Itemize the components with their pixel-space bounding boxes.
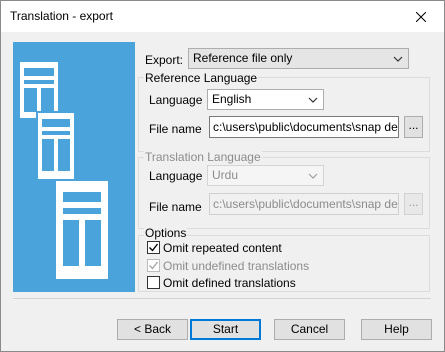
close-button[interactable] bbox=[398, 1, 444, 32]
translation-language-label: Language bbox=[149, 169, 203, 183]
export-label: Export: bbox=[145, 53, 184, 67]
translation-file-input[interactable]: c:\users\public\documents\snap deskt bbox=[209, 193, 399, 215]
translation-browse-button[interactable]: ... bbox=[404, 193, 423, 215]
omit-defined-label: Omit defined translations bbox=[163, 276, 296, 290]
reference-file-label: File name bbox=[149, 122, 202, 136]
reference-browse-button[interactable]: ... bbox=[404, 116, 423, 138]
chevron-down-icon bbox=[393, 56, 403, 62]
check-icon bbox=[149, 261, 159, 270]
omit-undefined-label: Omit undefined translations bbox=[163, 259, 310, 273]
translation-language-title: Translation Language bbox=[144, 150, 262, 164]
omit-undefined-checkbox[interactable] bbox=[147, 259, 160, 272]
export-dialog: Translation - export Export: Reference f… bbox=[0, 0, 445, 352]
chevron-down-icon bbox=[308, 173, 318, 179]
reference-language-title: Reference Language bbox=[144, 71, 259, 85]
reference-language-value: English bbox=[212, 92, 252, 106]
export-select-value: Reference file only bbox=[193, 51, 293, 65]
options-title: Options bbox=[144, 226, 188, 240]
title-bar: Translation - export bbox=[1, 1, 444, 32]
documents-illustration bbox=[13, 42, 135, 292]
help-button[interactable]: Help bbox=[361, 319, 432, 340]
chevron-down-icon bbox=[308, 97, 318, 103]
omit-repeated-label: Omit repeated content bbox=[163, 241, 282, 255]
reference-language-label: Language bbox=[149, 93, 203, 107]
close-icon bbox=[416, 11, 426, 22]
divider bbox=[13, 298, 431, 299]
omit-repeated-checkbox[interactable] bbox=[147, 241, 160, 254]
omit-defined-checkbox[interactable] bbox=[147, 276, 160, 289]
documents-icon bbox=[20, 62, 110, 281]
translation-language-select[interactable]: Urdu bbox=[207, 165, 324, 186]
cancel-button[interactable]: Cancel bbox=[274, 319, 345, 340]
reference-language-select[interactable]: English bbox=[207, 89, 324, 110]
start-button[interactable]: Start bbox=[190, 319, 261, 340]
window-title: Translation - export bbox=[10, 9, 113, 23]
translation-file-label: File name bbox=[149, 200, 202, 214]
export-select[interactable]: Reference file only bbox=[188, 48, 409, 69]
check-icon bbox=[149, 243, 159, 252]
translation-language-value: Urdu bbox=[212, 168, 239, 182]
dialog-body: Export: Reference file only Reference La… bbox=[1, 32, 444, 351]
back-button[interactable]: < Back bbox=[117, 319, 188, 340]
reference-file-input[interactable]: c:\users\public\documents\snap deskt bbox=[209, 116, 399, 138]
